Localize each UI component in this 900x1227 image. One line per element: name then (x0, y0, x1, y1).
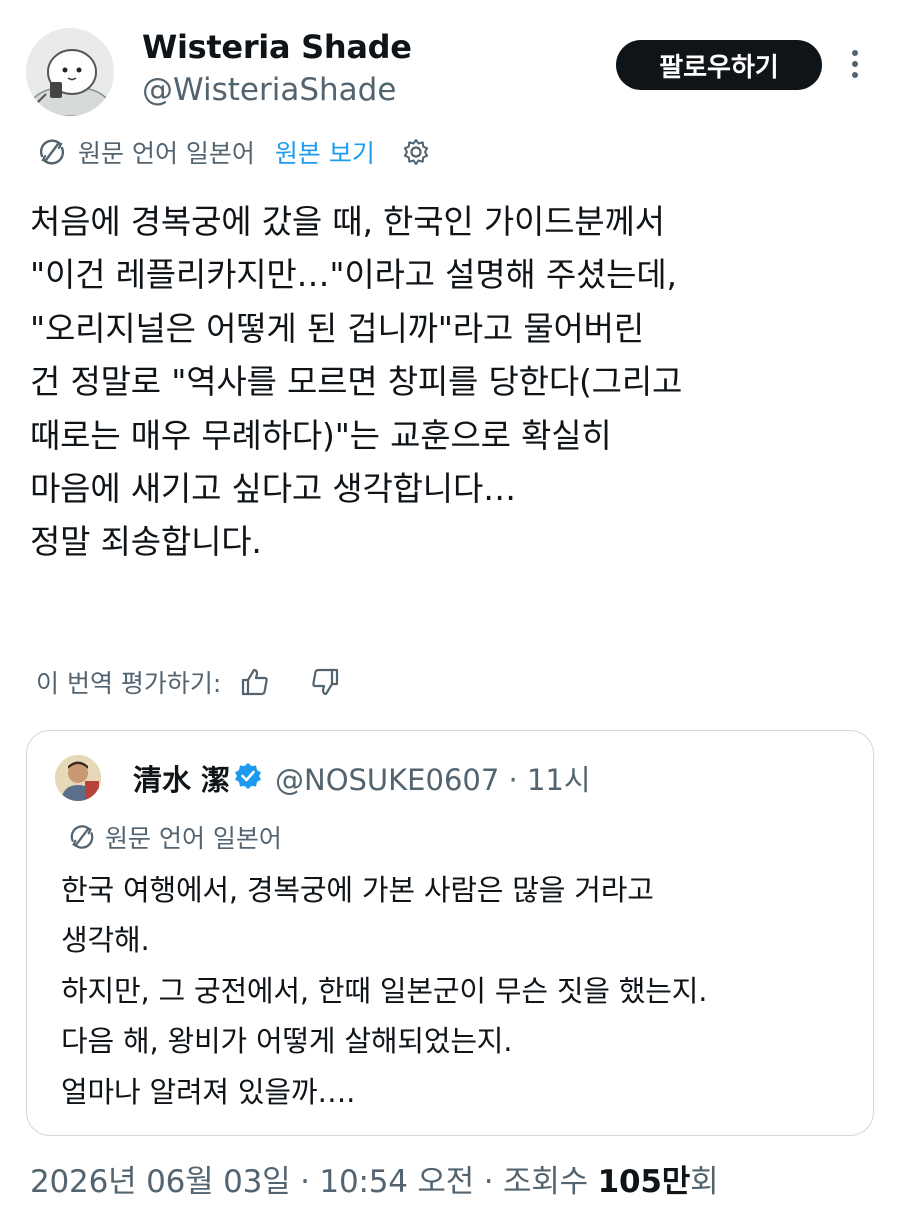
thumbs-down-button[interactable] (309, 666, 341, 698)
person-photo-icon (55, 755, 101, 801)
author-handle[interactable]: @WisteriaShade (142, 72, 396, 108)
thumbs-up-icon (242, 668, 269, 696)
view-count-suffix: 회 (690, 1164, 719, 1200)
show-original-link[interactable]: 원본 보기 (275, 134, 375, 170)
gear-icon (403, 139, 429, 165)
post-timestamp: 2026년 06월 03일 · 10:54 오전 · 조회수 (30, 1164, 598, 1200)
quoted-tweet-body: 한국 여행에서, 경복궁에 가본 사람은 많을 거라고 생각해. 하지만, 그 … (61, 865, 861, 1117)
quoted-line: 한국 여행에서, 경복궁에 가본 사람은 많을 거라고 (61, 873, 654, 907)
quoted-line: 다음 해, 왕비가 어떻게 살해되었는지. (61, 1024, 513, 1059)
view-count: 105만 (597, 1164, 691, 1200)
quoted-line: 생각해. (61, 923, 150, 958)
tweet-line: 정말 죄송합니다. (30, 522, 262, 562)
tweet-line: 건 정말로 "역사를 모르면 창피를 당한다(그리고 (30, 362, 683, 402)
more-vertical-icon (852, 50, 858, 78)
thumbs-up-button[interactable] (239, 666, 271, 698)
quoted-handle-time[interactable]: @NOSUKE0607 · 11시 (275, 757, 591, 799)
author-display-name[interactable]: Wisteria Shade (142, 28, 412, 66)
tweet-metadata: 2026년 06월 03일 · 10:54 오전 · 조회수 105만회 (30, 1156, 719, 1201)
tweet-body: 처음에 경복궁에 갔을 때, 한국인 가이드분께서 "이건 레플리카지만…"이라… (30, 195, 870, 569)
translate-icon (36, 136, 68, 168)
translate-icon (67, 822, 97, 852)
tweet-line: "오리지널은 어떻게 된 겁니까"라고 물어버린 (30, 308, 644, 348)
tweet-header: Wisteria Shade @WisteriaShade 팔로우하기 (0, 0, 900, 130)
cartoon-character-icon (26, 28, 114, 116)
rate-translation: 이 번역 평가하기: (36, 660, 341, 704)
translation-settings-button[interactable] (401, 137, 431, 167)
quoted-author-name[interactable]: 清水 潔 (133, 757, 230, 799)
follow-button[interactable]: 팔로우하기 (616, 40, 822, 90)
rate-translation-label: 이 번역 평가하기: (36, 669, 222, 698)
tweet-line: "이건 레플리카지만…"이라고 설명해 주셨는데, (30, 255, 677, 295)
quoted-line: 얼마나 알려져 있을까…. (61, 1074, 356, 1109)
author-avatar[interactable] (26, 28, 114, 116)
tweet-line: 처음에 경복궁에 갔을 때, 한국인 가이드분께서 (30, 202, 665, 241)
thumbs-down-icon (312, 668, 339, 696)
quoted-translation-notice: 원문 언어 일본어 (67, 819, 282, 855)
more-options-button[interactable] (840, 44, 870, 88)
tweet-line: 마음에 새기고 싶다고 생각합니다… (30, 469, 516, 509)
quoted-author-avatar[interactable] (55, 755, 101, 801)
translation-notice: 원문 언어 일본어 원본 보기 (36, 132, 431, 172)
quoted-source-language-label: 원문 언어 일본어 (105, 824, 282, 853)
source-language-label: 원문 언어 일본어 (78, 139, 255, 168)
quoted-tweet-card[interactable]: 清水 潔 @NOSUKE0607 · 11시 원문 언어 일본어 한국 여행에서… (26, 730, 874, 1136)
verified-badge-icon (233, 761, 263, 795)
tweet-line: 때로는 매우 무례하다)"는 교훈으로 확실히 (30, 415, 612, 455)
quoted-line: 하지만, 그 궁전에서, 한때 일본군이 무슨 짓을 했는지. (61, 973, 708, 1008)
